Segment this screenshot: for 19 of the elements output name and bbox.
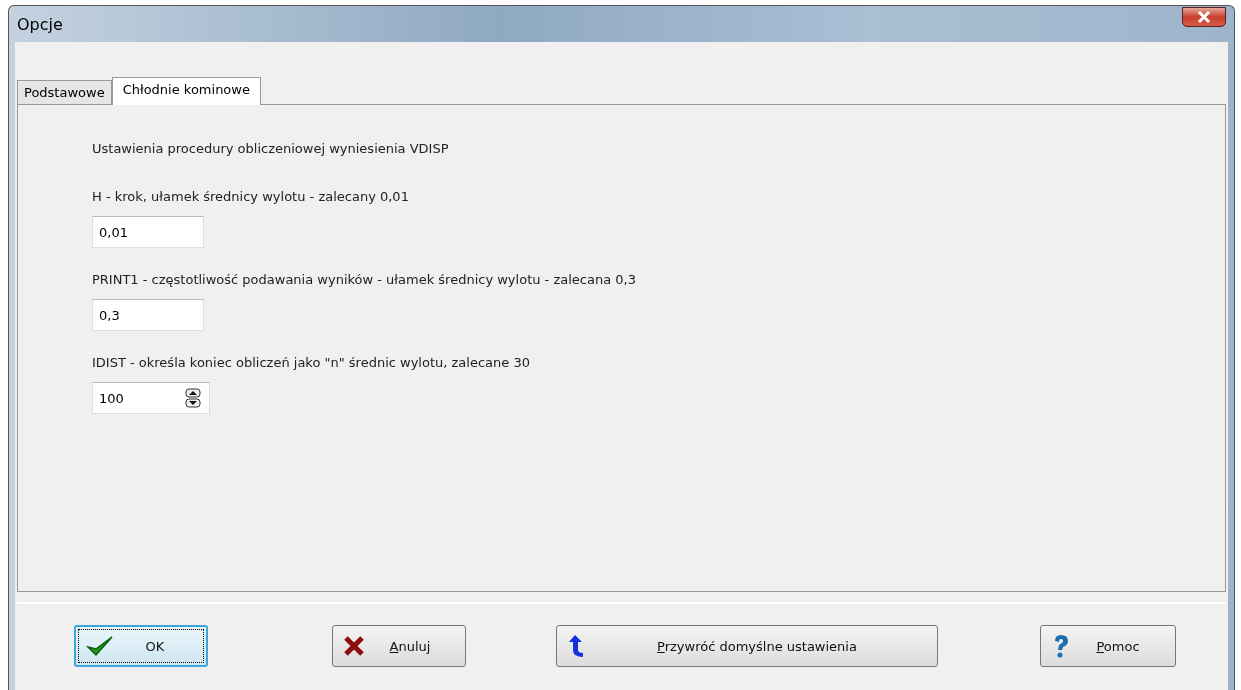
close-icon <box>1196 10 1212 24</box>
input-field[interactable]: 0,3 <box>92 299 204 331</box>
tab[interactable]: Podstawowe <box>17 80 112 104</box>
close-button[interactable] <box>1182 7 1226 27</box>
dialog-button[interactable]: Anuluj <box>332 625 466 667</box>
input-field[interactable]: 0,01 <box>92 216 204 248</box>
dialog-button[interactable]: OK <box>74 625 208 667</box>
field-label: PRINT1 - częstotliwość podawania wyników - ułamek średnicy wylotu - zalecana 0,3 <box>92 272 636 287</box>
dialog-button[interactable]: Pomoc <box>1040 625 1176 667</box>
tab[interactable]: Chłodnie kominowe <box>111 77 261 105</box>
spinner-field[interactable]: 100 <box>92 382 210 414</box>
field-label: H - krok, ułamek średnicy wylotu - zalecany 0,01 <box>92 189 409 204</box>
spinner-arrows-icon[interactable] <box>185 388 201 408</box>
cross-icon <box>343 635 365 657</box>
dialog-button[interactable]: Przywróć domyślne ustawienia <box>556 625 938 667</box>
section-heading: Ustawienia procedury obliczeniowej wyniesienia VDISP <box>92 141 450 156</box>
field-label: IDIST - określa koniec obliczeń jako "n" średnic wylotu, zalecane 30 <box>92 355 530 370</box>
check-icon <box>86 635 114 657</box>
window-title: Opcje <box>17 14 63 34</box>
